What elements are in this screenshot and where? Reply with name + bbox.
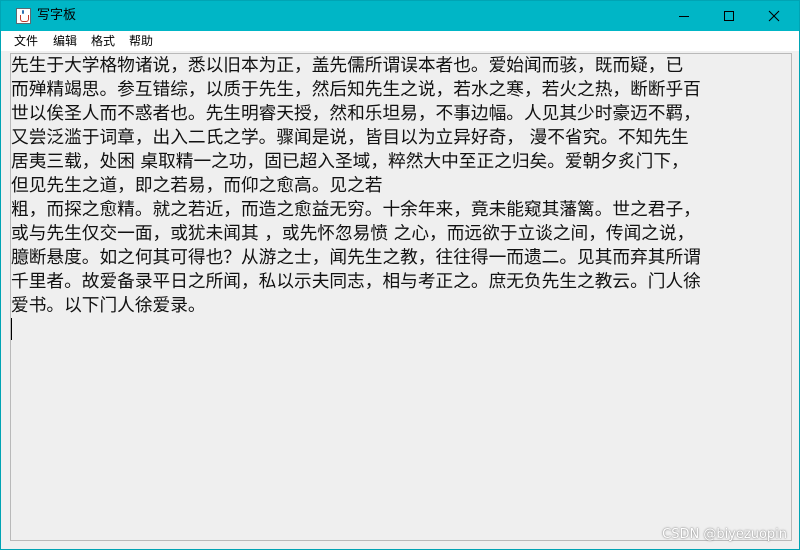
watermark: CSDN @biyezuopin [662, 527, 787, 542]
minimize-button[interactable] [661, 1, 707, 31]
menu-bar: 文件 编辑 格式 帮助 [1, 31, 799, 51]
menu-file[interactable]: 文件 [14, 33, 38, 49]
text-line: 或与先生仅交一面，或犹未闻其 ，或先怀忽易愤 之心，而远欲于立谈之间，传闻之说， [11, 224, 695, 244]
text-line: 粗，而探之愈精。就之若近，而造之愈益无穷。十余年来，竟未能窥其藩篱。世之君子， [11, 200, 701, 220]
text-caret [11, 318, 12, 340]
maximize-icon [724, 11, 734, 21]
minimize-icon [679, 16, 689, 17]
window-title: 写字板 [37, 8, 77, 23]
java-cup-icon[interactable] [16, 8, 31, 24]
app-window: 写字板 文件 编辑 格式 帮助 先生于大学格物诸说，悉以旧本为正，盖先儒所谓误本… [0, 0, 800, 550]
text-line: 爱书。以下门人徐爱录。 [11, 296, 206, 316]
text-line: 先生于大学格物诸说，悉以旧本为正，盖先儒所谓误本者也。爱始闻而骇，既而疑，已 [11, 56, 684, 76]
maximize-button[interactable] [706, 1, 752, 31]
text-line: 居夷三载，处困 桌取精一之功，固已超入圣域，粹然大中至正之归矣。爱朝夕炙门下， [11, 152, 689, 172]
text-line: 千里者。故爱备录平日之所闻，私以示夫同志，相与考正之。庶无负先生之教云。门人徐 [11, 272, 701, 292]
menu-help[interactable]: 帮助 [129, 33, 153, 49]
title-bar[interactable]: 写字板 [1, 1, 799, 31]
text-editor[interactable]: 先生于大学格物诸说，悉以旧本为正，盖先儒所谓误本者也。爱始闻而骇，既而疑，已 而… [10, 53, 792, 541]
menu-format[interactable]: 格式 [91, 33, 115, 49]
close-button[interactable] [751, 1, 797, 31]
menu-edit[interactable]: 编辑 [53, 33, 77, 49]
close-icon [768, 10, 780, 22]
text-line: 又尝泛滥于词章，出入二氏之学。骤闻是说，皆目以为立异好奇， 漫不省究。不知先生 [11, 128, 689, 148]
text-line: 但见先生之道，即之若易，而仰之愈高。见之若 [11, 176, 383, 196]
text-line: 世以俟圣人而不惑者也。先生明睿天授，然和乐坦易，不事边幅。人见其少时豪迈不羁， [11, 104, 701, 124]
text-line: 臆断悬度。如之何其可得也？从游之士，闻先生之教，往往得一而遗二。见其而弃其所谓 [11, 248, 701, 268]
text-line: 而殚精竭思。参互错综，以质于先生，然后知先生之说，若水之寒，若火之热，断断乎百 [11, 80, 701, 100]
